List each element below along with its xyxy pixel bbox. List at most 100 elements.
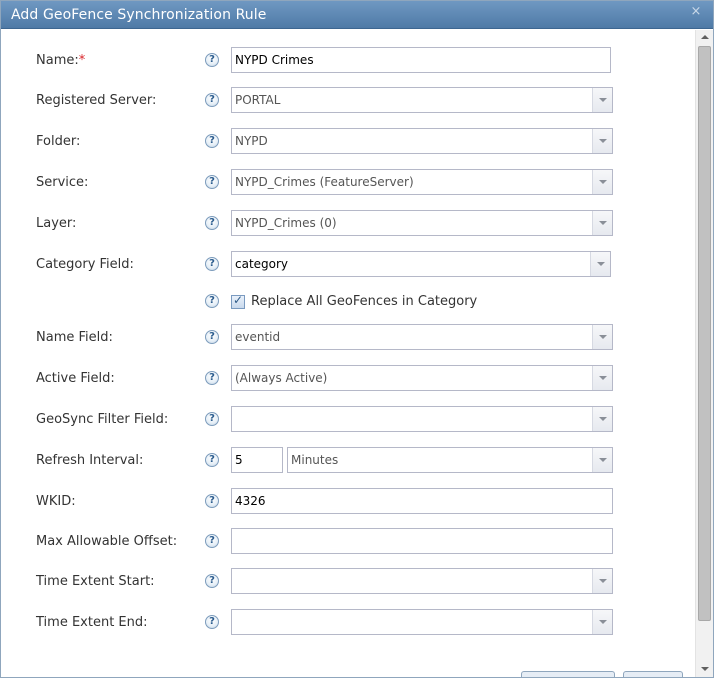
- active-field-label: Active Field:: [36, 371, 115, 386]
- scroll-up-button[interactable]: [696, 30, 713, 46]
- dropdown-trigger[interactable]: [592, 325, 612, 349]
- name-input[interactable]: NYPD Crimes: [231, 47, 611, 73]
- dropdown-trigger[interactable]: [590, 252, 610, 276]
- wkid-input[interactable]: 4326: [231, 488, 613, 514]
- dialog-title: Add GeoFence Synchronization Rule: [11, 7, 267, 23]
- max-allowable-offset-label: Max Allowable Offset:: [36, 534, 178, 549]
- name-label: Name:*: [36, 53, 85, 68]
- name-field-label: Name Field:: [36, 330, 113, 345]
- time-extent-end-row: Time Extent End: ?: [1, 609, 695, 637]
- help-icon[interactable]: ?: [205, 371, 219, 385]
- chevron-down-icon: [701, 667, 709, 671]
- chevron-down-icon: [599, 335, 607, 339]
- help-icon[interactable]: ?: [205, 330, 219, 344]
- name-field-row: Name Field: ? eventid: [1, 324, 695, 352]
- refresh-interval-unit-value: Minutes: [291, 453, 339, 467]
- category-field-label: Category Field:: [36, 257, 134, 272]
- required-marker: *: [78, 53, 86, 68]
- help-icon[interactable]: ?: [205, 216, 219, 230]
- refresh-interval-label: Refresh Interval:: [36, 453, 144, 468]
- service-value: NYPD_Crimes (FeatureServer): [235, 175, 414, 189]
- chevron-up-icon: [701, 35, 709, 39]
- dropdown-trigger[interactable]: [592, 211, 612, 235]
- folder-select[interactable]: NYPD: [231, 128, 613, 154]
- dropdown-trigger[interactable]: [592, 610, 612, 634]
- layer-value: NYPD_Crimes (0): [235, 216, 337, 230]
- layer-label: Layer:: [36, 216, 77, 231]
- name-field-value: eventid: [235, 330, 281, 344]
- dropdown-trigger[interactable]: [592, 88, 612, 112]
- category-field-row: Category Field: ? category: [1, 251, 695, 279]
- chevron-down-icon: [597, 262, 605, 266]
- replace-all-label: Replace All GeoFences in Category: [251, 294, 478, 309]
- dropdown-trigger[interactable]: [592, 129, 612, 153]
- category-field-value: category: [235, 257, 289, 271]
- chevron-down-icon: [599, 620, 607, 624]
- help-icon[interactable]: ?: [205, 134, 219, 148]
- registered-server-label: Registered Server:: [36, 93, 157, 108]
- name-field-select[interactable]: eventid: [231, 324, 613, 350]
- folder-row: Folder: ? NYPD: [1, 128, 695, 156]
- active-field-value: (Always Active): [235, 371, 328, 385]
- chevron-down-icon: [599, 98, 607, 102]
- chevron-down-icon: [599, 417, 607, 421]
- name-label-text: Name:: [36, 53, 79, 68]
- scroll-thumb[interactable]: [698, 46, 711, 621]
- time-extent-start-label: Time Extent Start:: [36, 574, 155, 589]
- footer-button-partial[interactable]: [623, 671, 683, 677]
- help-icon[interactable]: ?: [205, 175, 219, 189]
- chevron-down-icon: [599, 458, 607, 462]
- dialog-titlebar[interactable]: Add GeoFence Synchronization Rule ×: [1, 1, 713, 29]
- help-icon[interactable]: ?: [205, 257, 219, 271]
- registered-server-value: PORTAL: [235, 93, 281, 107]
- max-allowable-offset-input[interactable]: [231, 528, 613, 554]
- time-extent-end-label: Time Extent End:: [36, 615, 148, 630]
- folder-value: NYPD: [235, 134, 268, 148]
- dropdown-trigger[interactable]: [592, 366, 612, 390]
- dropdown-trigger[interactable]: [592, 569, 612, 593]
- chevron-down-icon: [599, 579, 607, 583]
- dropdown-trigger[interactable]: [592, 407, 612, 431]
- help-icon[interactable]: ?: [205, 294, 219, 308]
- name-row: Name:* ? NYPD Crimes: [1, 47, 695, 75]
- wkid-label: WKID:: [36, 494, 76, 509]
- help-icon[interactable]: ?: [205, 93, 219, 107]
- chevron-down-icon: [599, 139, 607, 143]
- layer-select[interactable]: NYPD_Crimes (0): [231, 210, 613, 236]
- geosync-filter-field-row: GeoSync Filter Field: ?: [1, 406, 695, 434]
- category-field-select[interactable]: category: [231, 251, 611, 277]
- refresh-interval-row: Refresh Interval: ? 5 Minutes: [1, 447, 695, 475]
- geosync-filter-field-select[interactable]: [231, 406, 613, 432]
- chevron-down-icon: [599, 180, 607, 184]
- registered-server-row: Registered Server: ? PORTAL: [1, 87, 695, 115]
- help-icon[interactable]: ?: [205, 615, 219, 629]
- replace-all-checkbox[interactable]: ✓: [231, 293, 245, 309]
- help-icon[interactable]: ?: [205, 574, 219, 588]
- refresh-interval-input[interactable]: 5: [231, 447, 283, 473]
- close-icon[interactable]: ×: [689, 5, 703, 19]
- active-field-row: Active Field: ? (Always Active): [1, 365, 695, 393]
- checkmark-icon: ✓: [233, 293, 244, 307]
- replace-all-row: ? ✓ Replace All GeoFences in Category: [1, 292, 695, 314]
- footer-button-partial[interactable]: [521, 671, 615, 677]
- registered-server-select[interactable]: PORTAL: [231, 87, 613, 113]
- help-icon[interactable]: ?: [205, 494, 219, 508]
- dropdown-trigger[interactable]: [592, 170, 612, 194]
- service-label: Service:: [36, 175, 89, 190]
- dialog-body: Name:* ? NYPD Crimes Registered Server: …: [1, 30, 695, 677]
- vertical-scrollbar[interactable]: [695, 30, 713, 677]
- time-extent-end-select[interactable]: [231, 609, 613, 635]
- help-icon[interactable]: ?: [205, 534, 219, 548]
- help-icon[interactable]: ?: [205, 412, 219, 426]
- help-icon[interactable]: ?: [205, 453, 219, 467]
- time-extent-start-select[interactable]: [231, 568, 613, 594]
- active-field-select[interactable]: (Always Active): [231, 365, 613, 391]
- time-extent-start-row: Time Extent Start: ?: [1, 568, 695, 596]
- help-icon[interactable]: ?: [205, 53, 219, 67]
- chevron-down-icon: [599, 221, 607, 225]
- max-allowable-offset-row: Max Allowable Offset: ?: [1, 528, 695, 556]
- refresh-interval-unit-select[interactable]: Minutes: [287, 447, 613, 473]
- service-select[interactable]: NYPD_Crimes (FeatureServer): [231, 169, 613, 195]
- scroll-down-button[interactable]: [696, 661, 713, 677]
- dropdown-trigger[interactable]: [592, 448, 612, 472]
